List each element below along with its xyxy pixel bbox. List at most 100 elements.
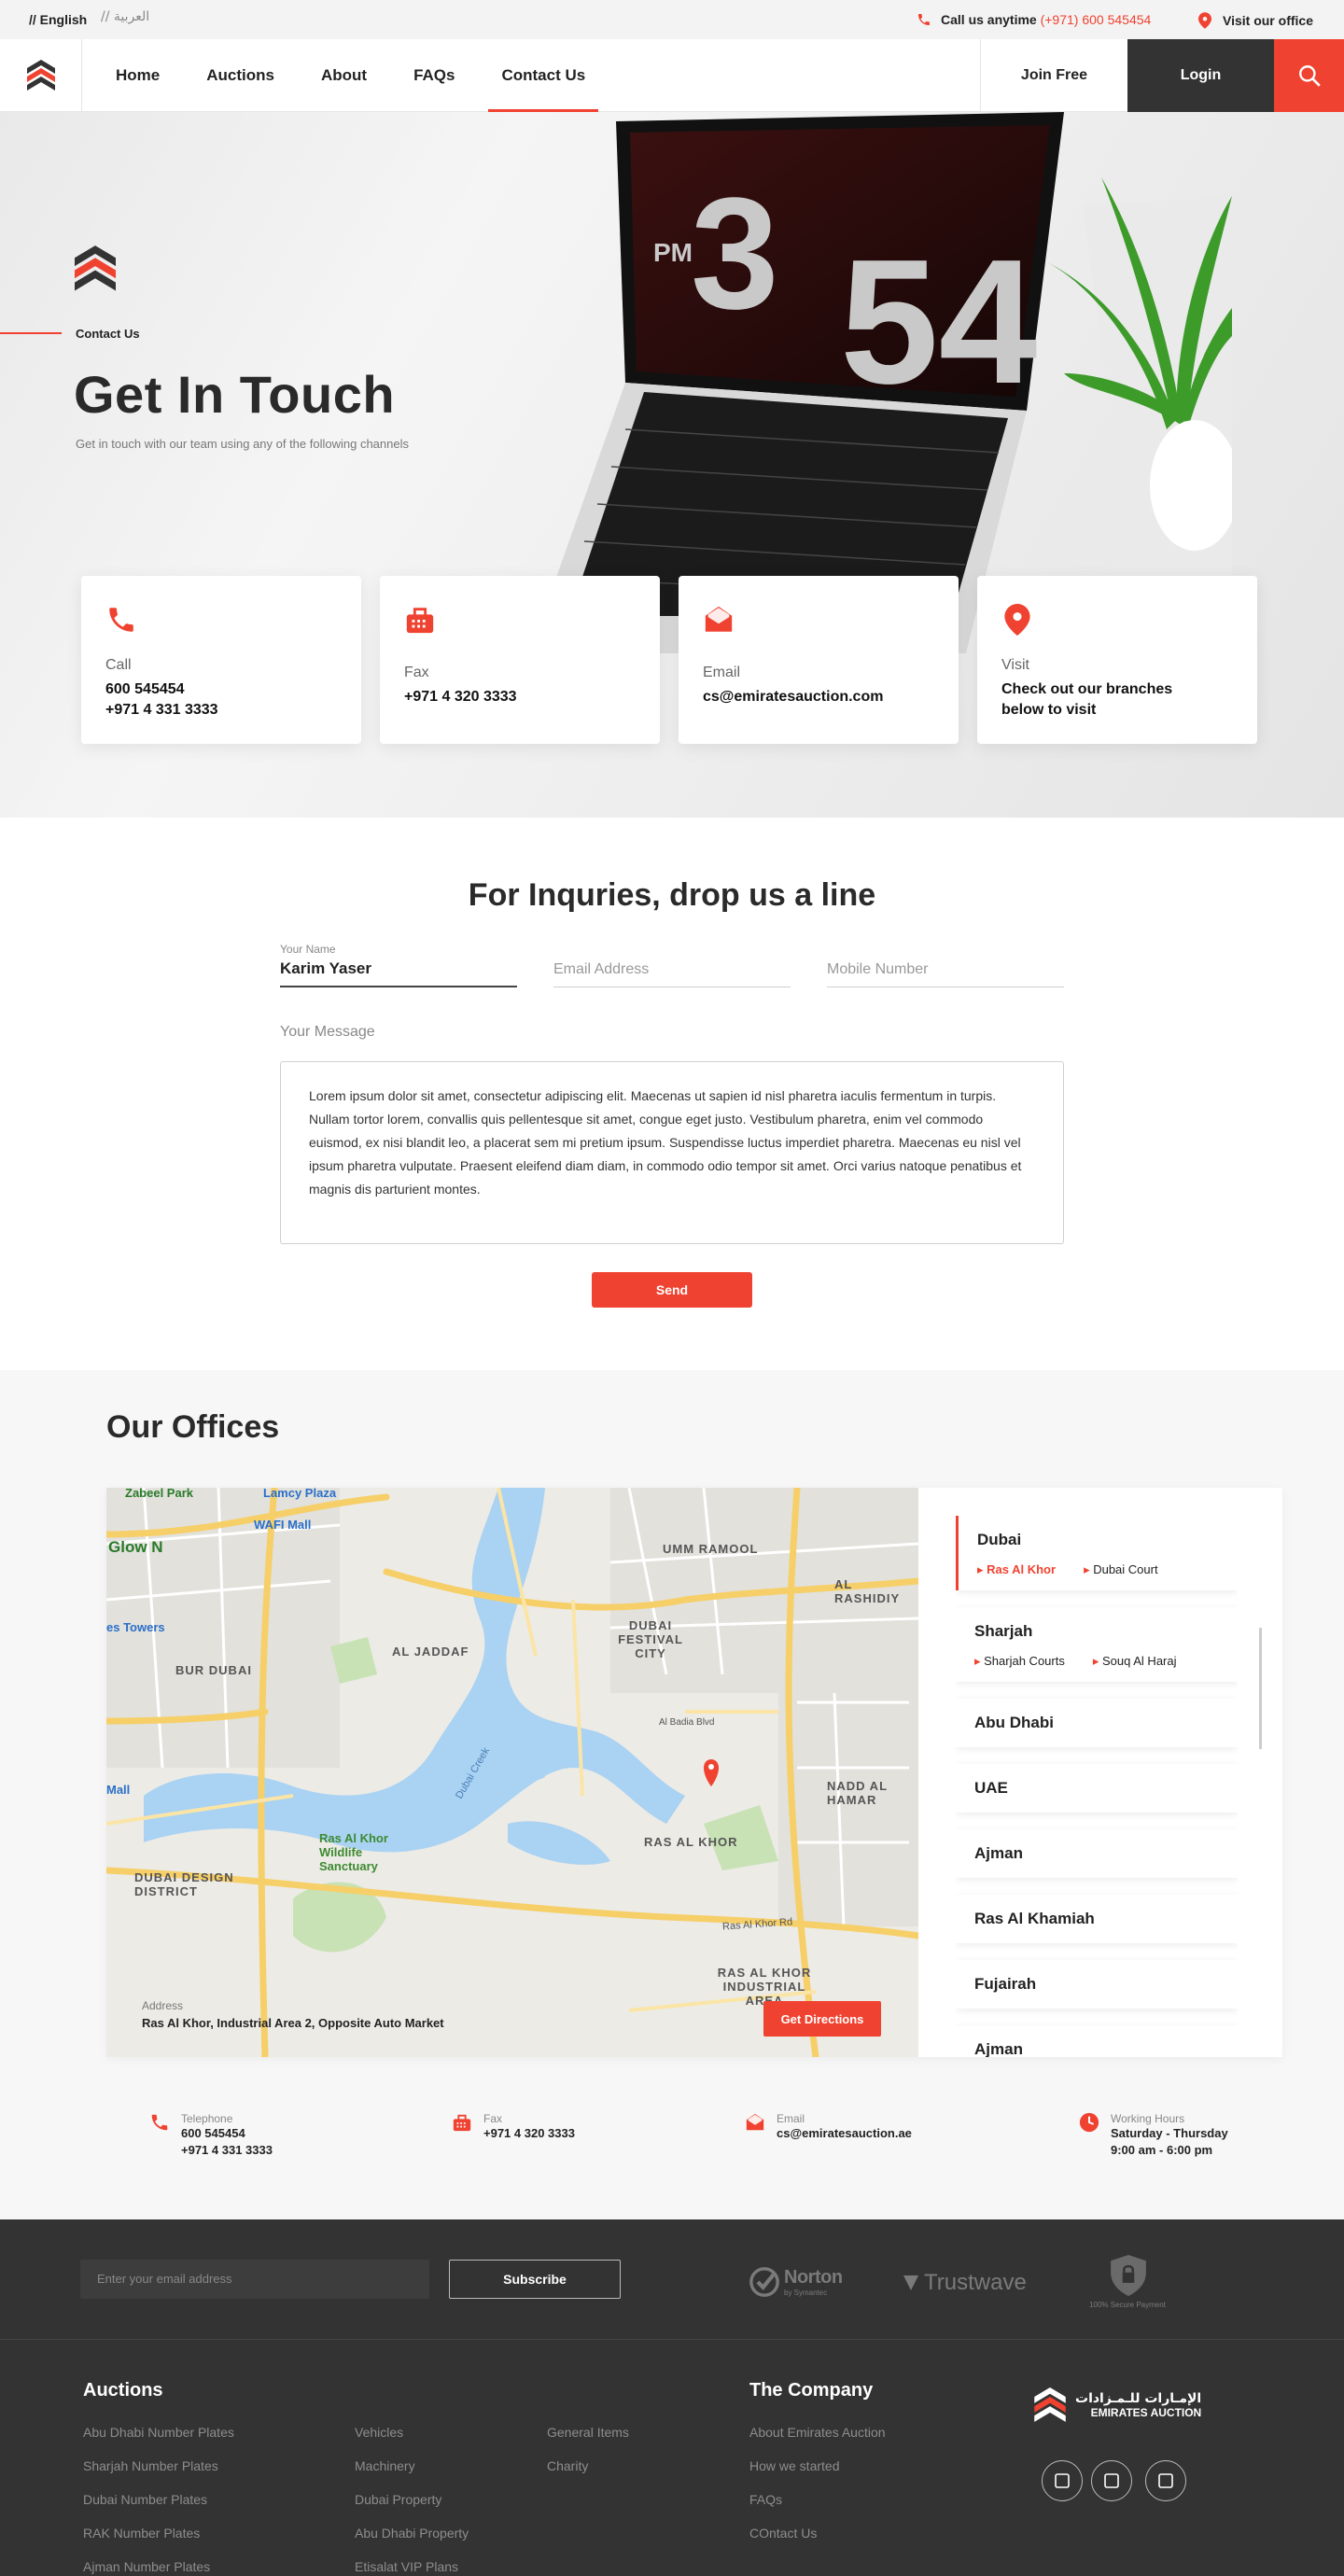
contact-value[interactable]: cs@emiratesauction.ae (777, 2125, 912, 2142)
join-free-button[interactable]: Join Free (980, 39, 1127, 112)
emirates-auction-logo-icon (26, 60, 55, 91)
trustwave-badge: Trustwave (902, 2270, 1027, 2296)
map-label: DUBAI DESIGN DISTRICT (134, 1870, 234, 1898)
screen-hour-label: 3 (691, 165, 779, 343)
message-label: Your Message (280, 1024, 375, 1040)
subscribe-button[interactable]: Subscribe (449, 2260, 621, 2299)
send-button[interactable]: Send (592, 1272, 752, 1308)
call-label: Call us anytime (941, 12, 1037, 27)
page-subtitle: Get in touch with our team using any of … (76, 437, 409, 451)
hero-section: PM 3 54 Contact Us Get In Touch Get in t… (0, 112, 1344, 818)
footer-link[interactable]: How we started (749, 2458, 886, 2492)
visit-office-link[interactable]: Visit our office (1198, 12, 1313, 29)
name-field[interactable]: Your Name Karim Yaser (280, 943, 517, 987)
office-address: Address Ras Al Khor, Industrial Area 2, … (142, 1999, 444, 2030)
city-item-sharjah[interactable]: Sharjah Sharjah Courts Souq Al Haraj (956, 1607, 1238, 1682)
phone-icon (109, 608, 133, 632)
nav-contact-us[interactable]: Contact Us (488, 39, 598, 112)
secure-payment-badge: 100% Secure Payment (1086, 2255, 1170, 2309)
city-item-ajman[interactable]: Ajman (956, 1829, 1238, 1878)
message-textarea[interactable]: Lorem ipsum dolor sit amet, consectetur … (280, 1061, 1064, 1244)
fax-card[interactable]: Fax +971 4 320 3333 (380, 576, 660, 744)
screen-minute-label: 54 (840, 223, 1037, 421)
branch-link-souq-al-haraj[interactable]: Souq Al Haraj (1093, 1654, 1177, 1669)
city-item-ras-al-khaimah[interactable]: Ras Al Khamiah (956, 1895, 1238, 1943)
footer-link[interactable]: Machinery (355, 2458, 469, 2492)
footer-link[interactable]: Abu Dhabi Number Plates (83, 2425, 234, 2458)
card-label: Visit (1001, 657, 1029, 673)
footer-link[interactable]: Charity (547, 2458, 629, 2492)
branch-link-sharjah-courts[interactable]: Sharjah Courts (974, 1654, 1065, 1669)
newsletter-email-input[interactable]: Enter your email address (80, 2260, 429, 2299)
norton-sublabel: by Symantec (784, 2289, 828, 2297)
email-card[interactable]: Email cs@emiratesauction.com (679, 576, 959, 744)
footer-link[interactable]: Sharjah Number Plates (83, 2458, 234, 2492)
contact-value: +971 4 320 3333 (483, 2126, 575, 2140)
offices-title: Our Offices (106, 1409, 280, 1445)
mobile-field[interactable]: Mobile Number (827, 943, 1064, 987)
location-pin-icon (1198, 12, 1211, 29)
contact-value: +971 4 331 3333 (181, 2143, 273, 2157)
footer-link[interactable]: FAQs (749, 2492, 886, 2526)
norton-label: Norton (784, 2267, 843, 2288)
social-link-2[interactable] (1091, 2460, 1132, 2501)
city-item-fujairah[interactable]: Fujairah (956, 1960, 1238, 2009)
footer-link[interactable]: RAK Number Plates (83, 2526, 234, 2559)
social-media-icon (1158, 2473, 1173, 2488)
footer-link[interactable]: Abu Dhabi Property (355, 2526, 469, 2559)
social-link-3[interactable] (1145, 2460, 1186, 2501)
contact-fax: Fax +971 4 320 3333 (452, 2112, 575, 2142)
footer-link[interactable]: Etisalat VIP Plans (355, 2559, 469, 2576)
city-list-scrollbar[interactable] (1259, 1628, 1262, 1749)
city-item-abu-dhabi[interactable]: Abu Dhabi (956, 1699, 1238, 1747)
contact-label: Working Hours (1111, 2112, 1185, 2125)
call-card[interactable]: Call 600 545454 +971 4 331 3333 (81, 576, 361, 744)
city-name: Ajman (974, 1844, 1023, 1862)
nav-auctions[interactable]: Auctions (193, 39, 287, 112)
card-label: Email (703, 665, 741, 680)
footer-brand-logo: الإمـارات للـمـزادات EMIRATES AUCTION (1034, 2387, 1201, 2423)
contact-value: 9:00 am - 6:00 pm (1111, 2143, 1213, 2157)
branch-link-ras-al-khor[interactable]: Ras Al Khor (977, 1562, 1056, 1577)
breadcrumb-line (0, 332, 62, 334)
map-label: UMM RAMOOL (663, 1542, 759, 1556)
fax-icon (453, 2114, 471, 2132)
top-utility-bar: // English // العربية Call us anytime (+… (0, 0, 1344, 39)
screen-pm-label: PM (653, 238, 693, 267)
search-button[interactable] (1274, 39, 1344, 112)
contact-value: Saturday - Thursday (1111, 2126, 1228, 2140)
footer-link[interactable]: Dubai Number Plates (83, 2492, 234, 2526)
trustwave-logo-icon (903, 2275, 918, 2290)
social-link-1[interactable] (1042, 2460, 1083, 2501)
city-item-dubai[interactable]: Dubai Ras Al Khor Dubai Court (956, 1516, 1238, 1590)
branch-link-dubai-court[interactable]: Dubai Court (1084, 1562, 1157, 1577)
footer-company-col: About Emirates Auction How we started FA… (749, 2425, 886, 2559)
nav-home[interactable]: Home (103, 39, 173, 112)
language-arabic-link[interactable]: // العربية (101, 9, 149, 24)
card-label: Call (105, 657, 132, 673)
brand-logo[interactable] (0, 39, 82, 112)
login-button[interactable]: Login (1127, 39, 1274, 112)
nav-faqs[interactable]: FAQs (400, 39, 468, 112)
city-item-ajman-2[interactable]: Ajman (956, 2025, 1238, 2057)
emirates-auction-logo-icon (75, 245, 116, 291)
language-english-link[interactable]: // English (29, 12, 87, 27)
email-field[interactable]: Email Address (553, 943, 791, 987)
footer-link[interactable]: Ajman Number Plates (83, 2559, 234, 2576)
nav-about[interactable]: About (308, 39, 380, 112)
map-label: WAFI Mall (254, 1518, 312, 1532)
footer-link[interactable]: COntact Us (749, 2526, 886, 2559)
footer-link[interactable]: Dubai Property (355, 2492, 469, 2526)
contact-label: Telephone (181, 2112, 233, 2125)
office-map[interactable]: UMM RAMOOL AL RASHIDIY AL JADDAF DUBAI F… (106, 1488, 918, 2057)
city-item-uae[interactable]: UAE (956, 1764, 1238, 1813)
card-value: 600 545454 (105, 681, 185, 697)
visit-card[interactable]: Visit Check out our branches below to vis… (977, 576, 1257, 744)
get-directions-button[interactable]: Get Directions (763, 2001, 881, 2037)
city-name: Ajman (974, 2040, 1023, 2057)
secure-payment-label: 100% Secure Payment (1089, 2301, 1166, 2309)
footer-link[interactable]: About Emirates Auction (749, 2425, 886, 2458)
footer-link[interactable]: Vehicles (355, 2425, 469, 2458)
call-us-link[interactable]: Call us anytime (+971) 600 545454 (917, 12, 1151, 27)
footer-link[interactable]: General Items (547, 2425, 629, 2458)
